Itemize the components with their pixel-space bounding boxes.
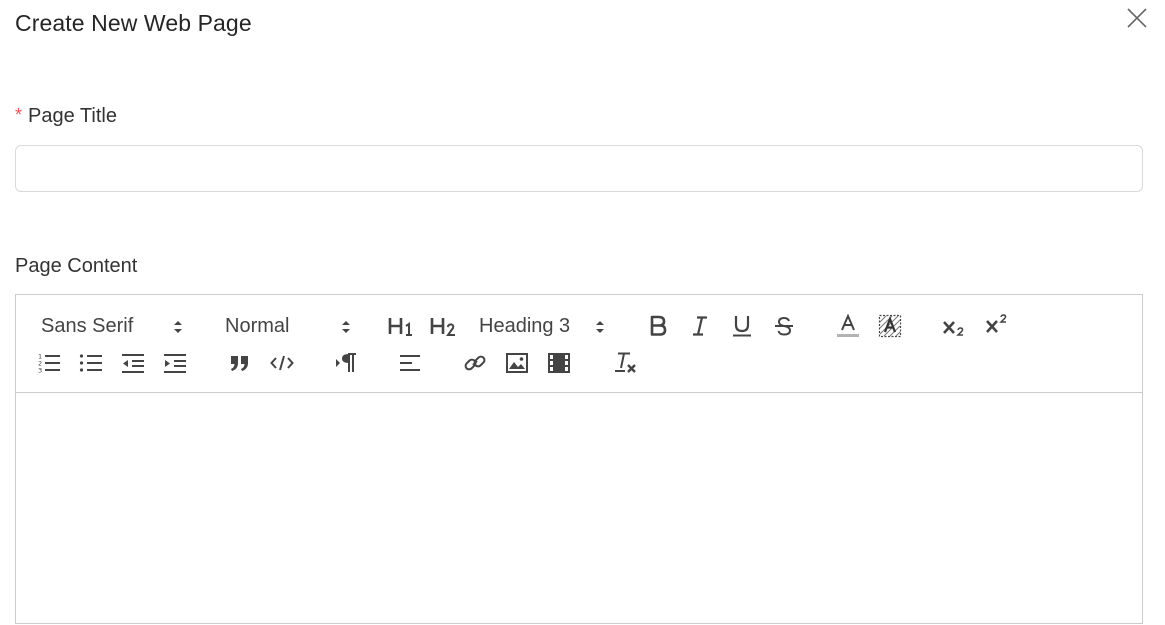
- image-button[interactable]: [503, 350, 531, 376]
- align-icon: [400, 355, 420, 371]
- link-icon: [464, 355, 486, 371]
- bullet-list-icon: [79, 354, 102, 372]
- indent-button[interactable]: [161, 350, 189, 376]
- ordered-list-button[interactable]: 1 2 3: [35, 350, 63, 376]
- strike-button[interactable]: [770, 312, 798, 340]
- editor-content-area[interactable]: [16, 393, 1142, 625]
- video-button[interactable]: [545, 350, 573, 376]
- clear-format-icon: [615, 352, 636, 373]
- superscript-icon: [986, 314, 1007, 333]
- page-title-label: * Page Title: [15, 105, 117, 128]
- size-picker-label: Normal: [225, 314, 290, 337]
- subscript-icon: [943, 321, 964, 336]
- italic-icon: [693, 316, 707, 336]
- editor-toolbar: Sans Serif Normal Heading 3 1 2 3: [16, 295, 1142, 393]
- page-title-input[interactable]: [15, 145, 1143, 192]
- video-icon: [548, 353, 570, 373]
- strike-icon: [775, 316, 793, 336]
- svg-text:3: 3: [38, 367, 42, 375]
- required-mark: *: [15, 105, 23, 125]
- image-icon: [506, 353, 528, 373]
- chevron-updown-icon: [174, 321, 182, 333]
- bullet-list-button[interactable]: [77, 350, 105, 376]
- indent-icon: [164, 354, 186, 373]
- text-direction-icon: [336, 353, 356, 372]
- text-color-icon: [837, 313, 859, 337]
- rich-text-editor: Sans Serif Normal Heading 3 1 2 3: [15, 294, 1143, 624]
- font-picker-label: Sans Serif: [41, 314, 134, 337]
- bold-button[interactable]: [644, 312, 672, 340]
- clear-format-button[interactable]: [611, 350, 639, 376]
- chevron-updown-icon: [596, 321, 604, 333]
- ordered-list-icon: 1 2 3: [38, 353, 60, 375]
- background-color-button[interactable]: [876, 312, 904, 340]
- text-color-button[interactable]: [834, 311, 862, 341]
- align-button[interactable]: [396, 350, 424, 376]
- h1-icon: [388, 318, 412, 336]
- h2-icon: [430, 318, 455, 336]
- h2-button[interactable]: [429, 312, 459, 340]
- code-block-icon: [270, 355, 294, 371]
- h1-button[interactable]: [387, 312, 417, 340]
- background-color-icon: [878, 314, 902, 338]
- italic-button[interactable]: [686, 312, 714, 340]
- text-direction-button[interactable]: [332, 350, 360, 376]
- close-button[interactable]: [1125, 6, 1149, 30]
- code-block-button[interactable]: [268, 350, 296, 376]
- underline-icon: [733, 316, 751, 337]
- superscript-button[interactable]: [982, 310, 1012, 338]
- dialog-title: Create New Web Page: [15, 10, 252, 36]
- size-picker[interactable]: Normal: [225, 312, 352, 340]
- subscript-button[interactable]: [939, 312, 969, 340]
- outdent-button[interactable]: [119, 350, 147, 376]
- font-picker[interactable]: Sans Serif: [41, 312, 184, 340]
- page-content-label: Page Content: [15, 255, 138, 277]
- chevron-updown-icon: [342, 321, 350, 333]
- page-title-label-text: Page Title: [28, 105, 117, 127]
- header-picker[interactable]: Heading 3: [479, 312, 606, 340]
- header-picker-label: Heading 3: [479, 314, 571, 337]
- bold-icon: [650, 315, 667, 336]
- close-icon: [1127, 8, 1147, 28]
- link-button[interactable]: [461, 350, 489, 376]
- outdent-icon: [122, 354, 144, 373]
- blockquote-icon: [231, 356, 248, 371]
- underline-button[interactable]: [728, 312, 756, 340]
- blockquote-button[interactable]: [226, 350, 254, 376]
